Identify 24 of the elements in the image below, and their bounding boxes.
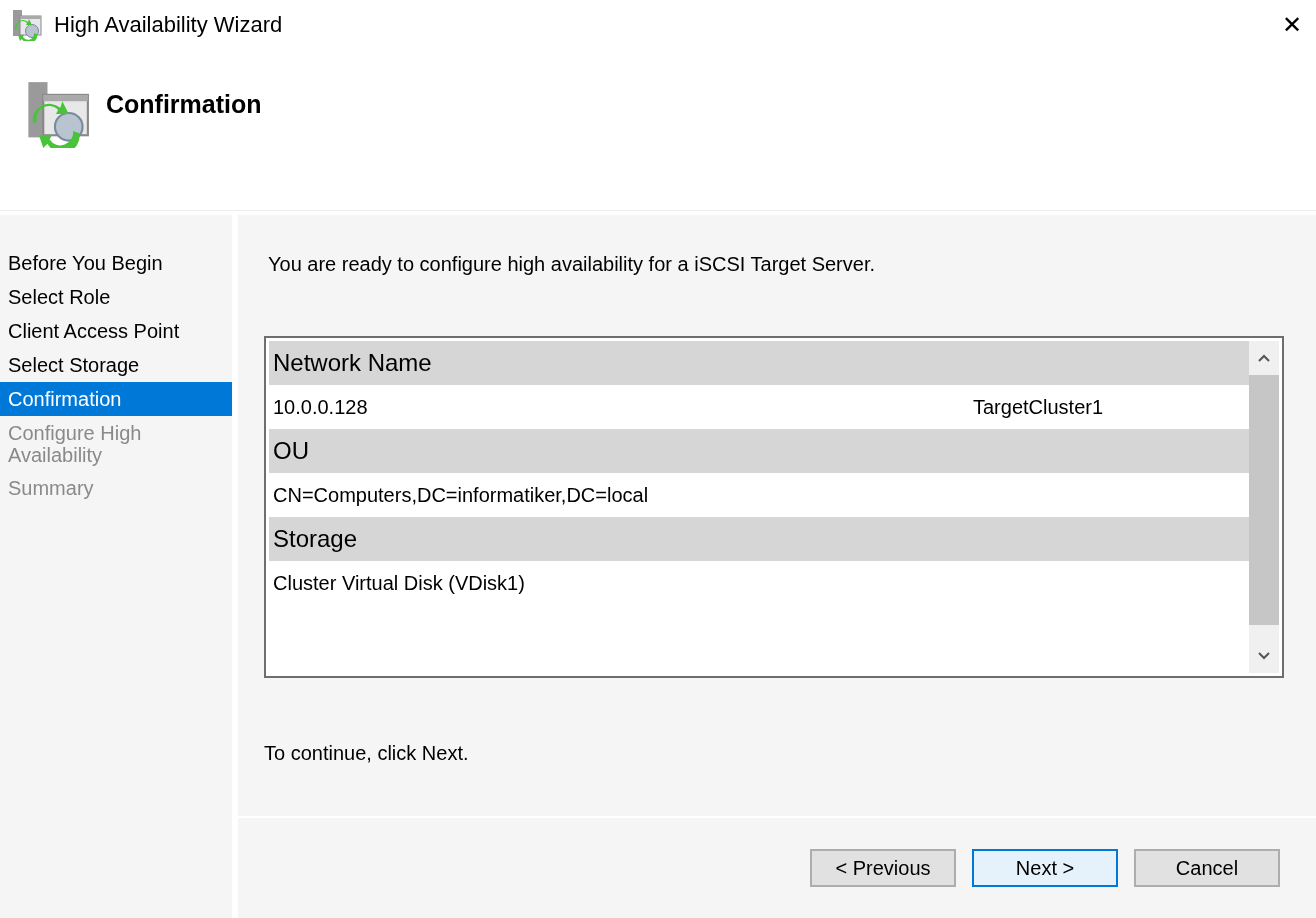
intro-text: You are ready to configure high availability for a iSCSI Target Server.: [268, 253, 876, 276]
window-title: High Availability Wizard: [54, 12, 284, 38]
wizard-button[interactable]: Next >: [972, 849, 1118, 887]
wizard-step[interactable]: Select Storage: [0, 348, 232, 382]
scrollbar[interactable]: [1249, 341, 1279, 673]
wizard-step[interactable]: Select Role: [0, 280, 232, 314]
wizard-step[interactable]: Before You Begin: [0, 246, 232, 280]
report-value: TargetCluster1: [973, 395, 1105, 419]
wizard-button[interactable]: Cancel: [1134, 849, 1280, 887]
page-title: Confirmation: [106, 90, 262, 119]
scroll-up-icon[interactable]: [1257, 353, 1271, 363]
report-value: Cluster Virtual Disk (VDisk1): [273, 571, 526, 595]
report-value: CN=Computers,DC=informatiker,DC=local: [273, 483, 650, 507]
app-icon: [10, 9, 42, 41]
instruction-text: To continue, click Next.: [264, 742, 470, 765]
section-heading: Network Name: [269, 341, 1249, 385]
section-heading: Storage: [269, 517, 1249, 561]
close-button[interactable]: ✕: [1277, 11, 1306, 39]
section-heading: OU: [269, 429, 1249, 473]
report-value: 10.0.0.128: [273, 395, 369, 419]
wizard-step[interactable]: Client Access Point: [0, 314, 232, 348]
wizard-step[interactable]: Confirmation: [0, 382, 232, 416]
wizard-button[interactable]: < Previous: [810, 849, 956, 887]
scroll-down-icon[interactable]: [1257, 651, 1271, 661]
